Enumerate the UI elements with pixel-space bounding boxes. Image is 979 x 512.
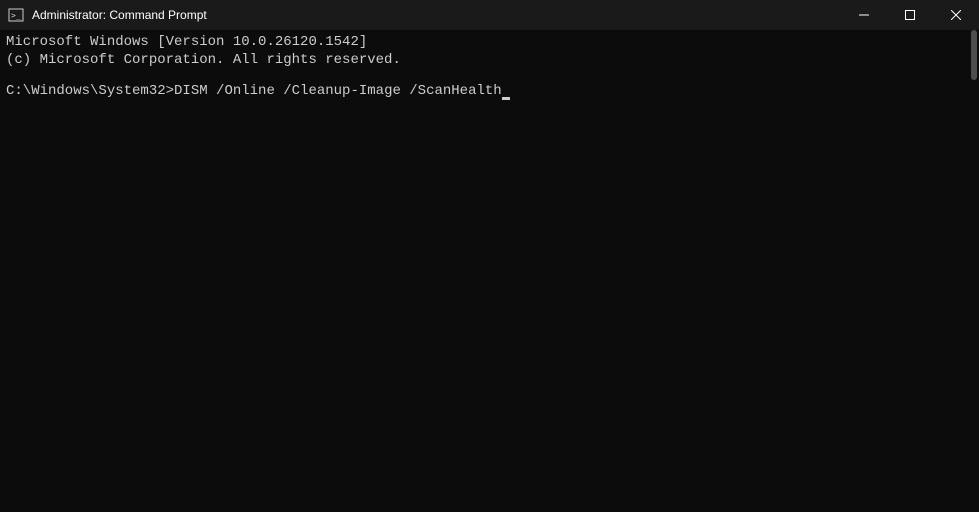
scrollbar-thumb[interactable] <box>971 30 977 80</box>
maximize-button[interactable] <box>887 0 933 30</box>
command-line: C:\Windows\System32>DISM /Online /Cleanu… <box>6 83 973 101</box>
copyright-line: (c) Microsoft Corporation. All rights re… <box>6 52 973 70</box>
close-button[interactable] <box>933 0 979 30</box>
command-text: DISM /Online /Cleanup-Image /ScanHealth <box>174 83 502 101</box>
prompt-text: C:\Windows\System32> <box>6 83 174 101</box>
terminal-output[interactable]: Microsoft Windows [Version 10.0.26120.15… <box>0 30 979 512</box>
cmd-icon: >_ <box>8 7 24 23</box>
minimize-button[interactable] <box>841 0 887 30</box>
window-controls <box>841 0 979 30</box>
svg-text:>_: >_ <box>11 11 21 20</box>
blank-line <box>6 69 973 83</box>
cursor-icon <box>502 97 510 100</box>
vertical-scrollbar[interactable] <box>965 30 979 512</box>
window-title: Administrator: Command Prompt <box>32 8 841 22</box>
version-line: Microsoft Windows [Version 10.0.26120.15… <box>6 34 973 52</box>
window-titlebar[interactable]: >_ Administrator: Command Prompt <box>0 0 979 30</box>
